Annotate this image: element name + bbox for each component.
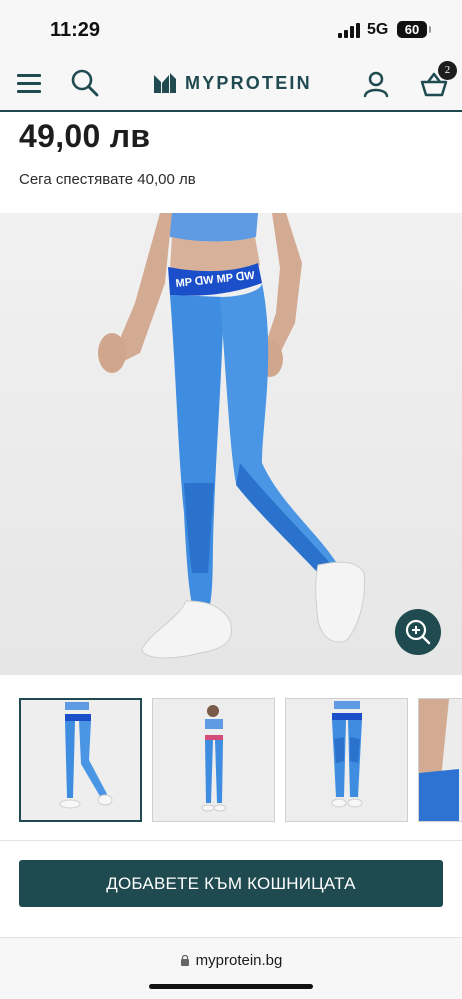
thumbnail-2[interactable] bbox=[152, 698, 275, 822]
thumbnail-strip[interactable] bbox=[0, 698, 462, 822]
thumbnail-3[interactable] bbox=[285, 698, 408, 822]
add-to-basket-button[interactable]: ДОБАВЕТЕ КЪМ КОШНИЦАТА bbox=[19, 860, 443, 907]
battery-cap bbox=[429, 26, 431, 33]
browser-address-bar[interactable]: myprotein.bg bbox=[0, 938, 462, 999]
battery-icon: 60 bbox=[397, 21, 427, 38]
brand-logo[interactable]: MYPROTEIN bbox=[154, 72, 312, 94]
thumbnail-image bbox=[21, 700, 140, 820]
brand-name: MYPROTEIN bbox=[185, 72, 312, 93]
home-indicator[interactable] bbox=[149, 984, 313, 989]
thumbnail-1[interactable] bbox=[19, 698, 142, 822]
status-time: 11:29 bbox=[50, 19, 101, 41]
savings-text: Сега спестявате 40,00 лв bbox=[19, 171, 196, 188]
url-display[interactable]: myprotein.bg bbox=[0, 952, 462, 969]
site-header: MYPROTEIN 2 bbox=[0, 56, 462, 112]
logo-mark-icon bbox=[154, 73, 176, 93]
network-label: 5G bbox=[367, 21, 389, 38]
product-price: 49,00 лв bbox=[19, 118, 151, 154]
search-icon[interactable] bbox=[70, 68, 100, 98]
menu-icon[interactable] bbox=[17, 74, 41, 93]
model-leggings-illustration: MP ᗡW MP ᗡW bbox=[0, 213, 462, 675]
zoom-button[interactable] bbox=[395, 609, 441, 655]
thumbnail-image bbox=[419, 699, 462, 821]
thumbnail-image bbox=[286, 699, 407, 821]
url-text: myprotein.bg bbox=[195, 952, 283, 969]
section-divider bbox=[0, 840, 462, 841]
status-bar: 11:29 5G 60 bbox=[0, 0, 462, 56]
zoom-in-icon bbox=[405, 619, 431, 645]
thumbnail-image bbox=[153, 699, 274, 821]
lock-icon bbox=[180, 954, 189, 966]
product-main-image[interactable]: MP ᗡW MP ᗡW bbox=[0, 213, 462, 675]
account-icon[interactable] bbox=[362, 70, 390, 98]
signal-icon bbox=[338, 22, 360, 38]
thumbnail-4[interactable] bbox=[418, 698, 462, 822]
basket-count-badge[interactable]: 2 bbox=[438, 61, 457, 80]
